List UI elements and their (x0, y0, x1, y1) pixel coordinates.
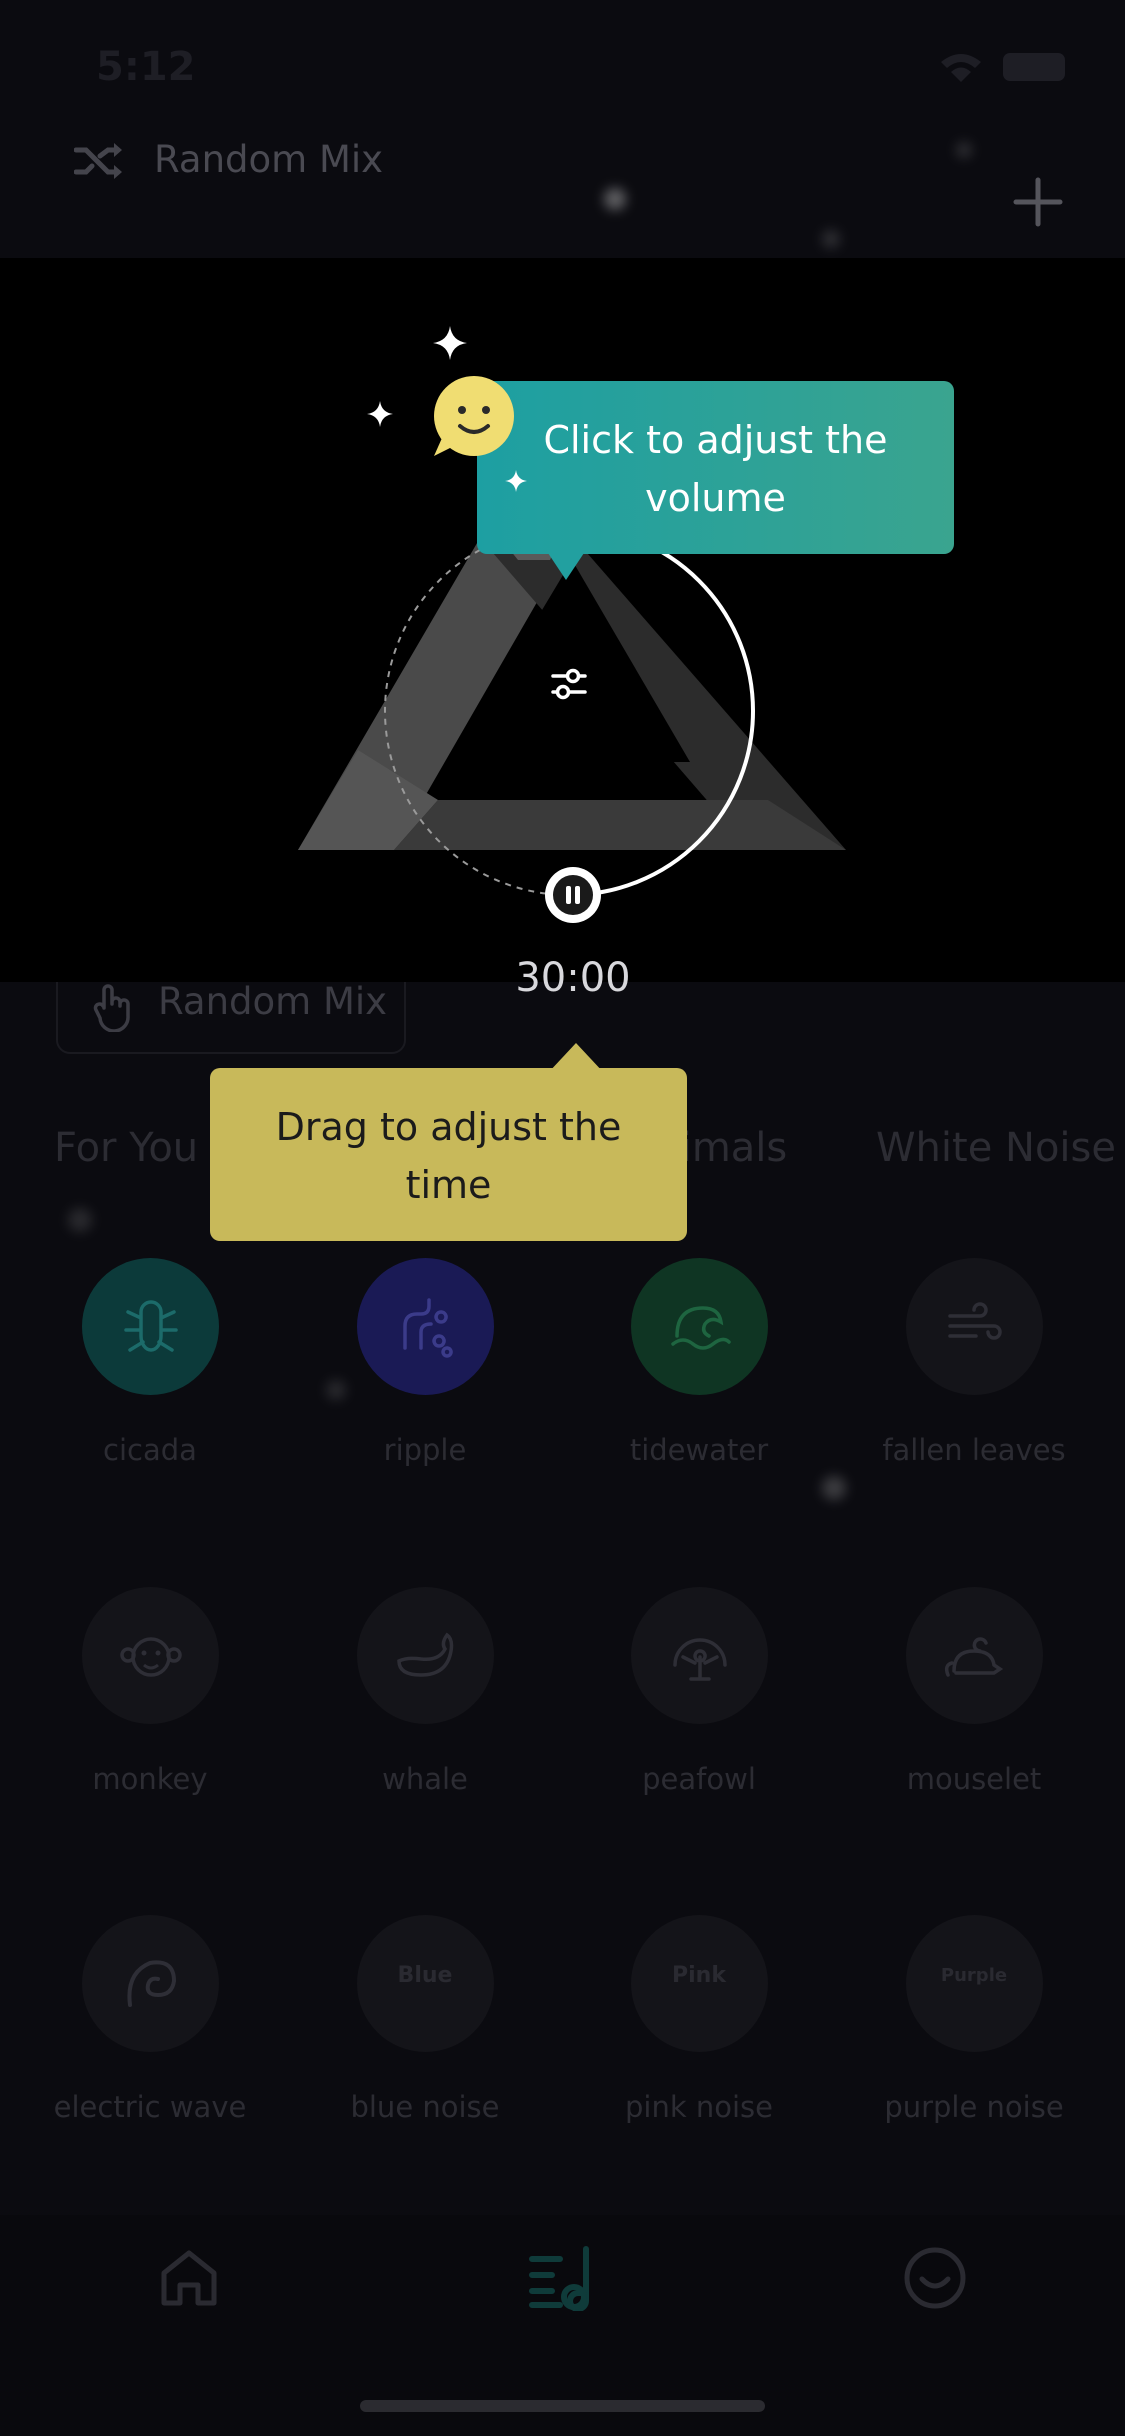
wind-icon (905, 1258, 1043, 1395)
tab-white-noise[interactable]: White Noise (876, 1125, 1116, 1171)
sound-item-peafowl[interactable]: peafowl (574, 1587, 824, 1796)
electric-wave-icon (81, 1915, 219, 2052)
status-icons (939, 52, 1065, 82)
pink-noise-icon: Pink (630, 1915, 768, 2052)
ambient-dot (822, 1476, 846, 1500)
sound-item-tidewater[interactable]: tidewater (574, 1258, 824, 1467)
tooltip-arrow (546, 550, 586, 580)
sound-item-blue-noise[interactable]: Blue blue noise (300, 1915, 550, 2124)
sound-label: whale (382, 1762, 468, 1796)
sound-label: purple noise (884, 2090, 1064, 2124)
plus-icon[interactable] (1012, 176, 1064, 228)
sound-label: monkey (92, 1762, 208, 1796)
sound-label: pink noise (625, 2090, 773, 2124)
ambient-dot (604, 188, 626, 210)
purple-noise-icon: Purple (905, 1915, 1043, 2052)
peacock-icon (630, 1587, 768, 1724)
sound-item-whale[interactable]: whale (300, 1587, 550, 1796)
smiley-icon (434, 376, 514, 456)
sound-label: cicada (103, 1433, 197, 1467)
random-mix-label: Random Mix (158, 980, 388, 1023)
sound-label: fallen leaves (882, 1433, 1066, 1467)
monkey-icon (81, 1587, 219, 1724)
purple-noise-icon-text: Purple (940, 1965, 1008, 1986)
home-icon[interactable] (156, 2245, 222, 2311)
pink-noise-icon-text: Pink (672, 1963, 726, 1988)
status-time: 5:12 (96, 44, 196, 90)
sound-label: tidewater (629, 1433, 769, 1467)
sparkle-icon (433, 326, 467, 360)
volume-tooltip-text: Click to adjust the volume (543, 418, 888, 520)
app-screen: 5:12 Random Mix Random Mix For You Anima… (0, 0, 1125, 2436)
ambient-dot (956, 142, 972, 158)
header: Random Mix (0, 120, 1125, 260)
shuffle-icon[interactable] (74, 140, 124, 182)
header-title: Random Mix (154, 138, 384, 181)
sound-item-mouselet[interactable]: mouselet (849, 1587, 1099, 1796)
time-tooltip-text: Drag to adjust the time (275, 1105, 622, 1207)
ambient-dot (822, 230, 840, 248)
sound-item-pink-noise[interactable]: Pink pink noise (574, 1915, 824, 2124)
home-indicator (360, 2400, 765, 2412)
sound-label: blue noise (350, 2090, 500, 2124)
hand-icon (93, 984, 130, 1032)
wave-icon (630, 1258, 768, 1395)
wifi-icon (941, 54, 981, 82)
sliders-icon[interactable] (549, 664, 589, 704)
blue-noise-icon-text: Blue (397, 1963, 453, 1988)
sound-label: ripple (383, 1433, 467, 1467)
ambient-dot (68, 1208, 92, 1232)
sound-label: mouselet (906, 1762, 1042, 1796)
mouse-icon (905, 1587, 1043, 1724)
sound-item-electric-wave[interactable]: electric wave (25, 1915, 275, 2124)
tab-for-you[interactable]: For You (54, 1125, 198, 1171)
sound-label: peafowl (642, 1762, 756, 1796)
playlist-icon[interactable] (528, 2245, 594, 2311)
sound-label: electric wave (53, 2090, 247, 2124)
profile-icon[interactable] (902, 2245, 968, 2311)
whale-icon (356, 1587, 494, 1724)
cicada-icon (81, 1258, 219, 1395)
ripple-icon (356, 1258, 494, 1395)
battery-icon (1003, 53, 1065, 81)
sparkle-icon (367, 401, 393, 427)
sound-item-purple-noise[interactable]: Purple purple noise (849, 1915, 1099, 2124)
timer-display: 30:00 (515, 955, 631, 1001)
sound-item-fallen-leaves[interactable]: fallen leaves (849, 1258, 1099, 1467)
sound-item-ripple[interactable]: ripple (300, 1258, 550, 1467)
sound-item-cicada[interactable]: cicada (25, 1258, 275, 1467)
sparkle-icon (505, 470, 527, 492)
sound-item-monkey[interactable]: monkey (25, 1587, 275, 1796)
blue-noise-icon: Blue (356, 1915, 494, 2052)
pause-icon[interactable] (542, 864, 604, 926)
